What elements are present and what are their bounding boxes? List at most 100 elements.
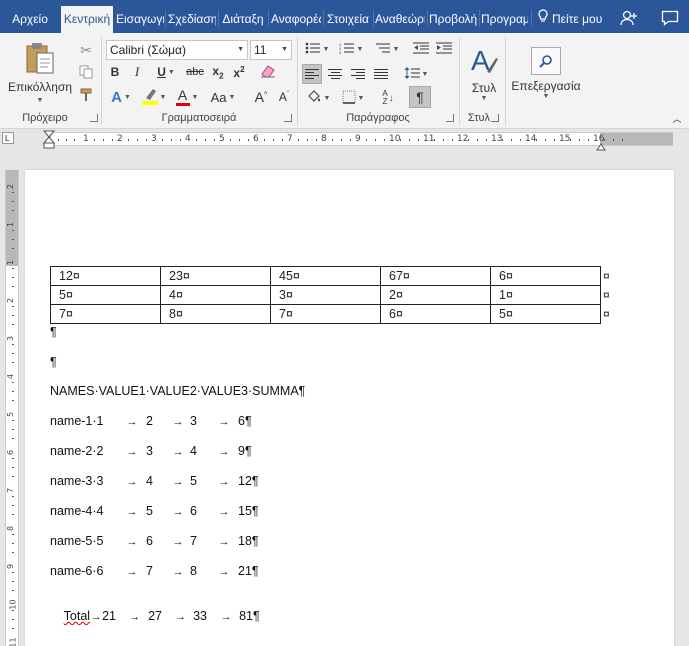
tab-arrow-icon: → [218,566,230,578]
table-cell[interactable]: 6¤ [490,266,601,286]
increase-indent-button[interactable] [434,40,454,58]
tab-design[interactable]: Σχεδίαση [168,6,216,33]
paragraph-launcher-icon[interactable] [446,114,454,122]
numbering-button[interactable]: 1 2 3 ▼ [336,40,366,58]
table-cell[interactable]: 7¤ [50,304,161,324]
shading-button[interactable]: ▼ [302,87,334,109]
tell-me-box[interactable]: Πείτε μου [538,6,602,33]
data-row-paragraph[interactable]: name-2·2 → 3 → 4 → 9¶ [50,444,252,458]
font-name-combo[interactable]: Calibri (Σώμα) ▼ [106,40,248,60]
bold-button[interactable]: B [106,63,124,81]
highlight-button[interactable]: ▼ [139,86,169,108]
format-painter-button[interactable] [77,87,95,105]
superscript-button[interactable]: x2 [230,63,248,81]
cut-button[interactable]: ✂ [77,41,95,59]
tab-file[interactable]: Αρχείο [7,6,53,33]
align-left-button[interactable] [302,64,322,84]
decrease-indent-button[interactable] [411,40,431,58]
share-user-icon[interactable] [620,10,638,30]
indent-marker[interactable] [42,130,56,150]
font-color-button[interactable]: A ▼ [172,86,202,108]
change-case-button[interactable]: Aa ▼ [205,86,241,108]
decrease-indent-icon [413,42,429,57]
comments-icon[interactable] [661,10,679,30]
empty-paragraph[interactable]: ¶ [50,355,57,369]
table-cell[interactable]: 12¤ [50,266,161,286]
data-row-paragraph[interactable]: name-1·1 → 2 → 3 → 6¶ [50,414,252,428]
table-cell[interactable]: 2¤ [380,285,491,305]
align-center-button[interactable] [325,64,345,84]
tab-insert[interactable]: Εισαγωγή [116,6,164,33]
data-row-paragraph[interactable]: name-3·3 → 4 → 5 → 12¶ [50,474,259,488]
row-value: 6 [146,534,153,548]
tab-view[interactable]: Προβολή [429,6,477,33]
total-paragraph[interactable]: Total→21 → 27 → 33 → 81¶ [50,595,260,637]
chevron-down-icon: ▼ [123,93,131,101]
tab-layout[interactable]: Διάταξη [220,6,266,33]
underline-button[interactable]: U ▼ [150,63,182,81]
justify-button[interactable] [371,64,391,84]
tab-selector-icon[interactable]: L [2,132,14,144]
table-cell[interactable]: 5¤ [490,304,601,324]
table-cell[interactable]: 45¤ [270,266,381,286]
table-cell[interactable]: 1¤ [490,285,601,305]
table-cell[interactable]: 7¤ [270,304,381,324]
document-page[interactable]: 12¤ 23¤ 45¤ 67¤ 6¤ 5¤ 4¤ 3¤ 2¤ 1¤ 7¤ 8¤ … [25,170,674,646]
document-table[interactable]: 12¤ 23¤ 45¤ 67¤ 6¤ 5¤ 4¤ 3¤ 2¤ 1¤ 7¤ 8¤ … [50,266,601,324]
strikethrough-icon: abc [186,66,204,78]
text-effects-button[interactable]: A ▼ [106,86,136,108]
data-row-paragraph[interactable]: name-5·5 → 6 → 7 → 18¶ [50,534,259,548]
chevron-down-icon: ▼ [159,93,167,101]
table-cell[interactable]: 4¤ [160,285,271,305]
ruler-number: 1 [6,221,16,228]
subscript-button[interactable]: x2 [209,63,227,81]
table-cell[interactable]: 67¤ [380,266,491,286]
copy-button[interactable] [77,64,95,82]
strikethrough-button[interactable]: abc [184,63,206,81]
grow-font-button[interactable]: A^ [251,86,271,108]
italic-button[interactable]: I [128,63,146,81]
chevron-down-icon: ▼ [281,46,288,53]
empty-paragraph[interactable]: ¶ [50,325,57,339]
sort-button[interactable]: A Z ↓ [376,87,400,109]
vertical-ruler[interactable]: 2 1 1 2 3 4 5 6 7 8 9 10 11 [5,170,19,646]
table-cell[interactable]: 23¤ [160,266,271,286]
tab-developer[interactable]: Προγραμματιστής [481,6,528,33]
horizontal-ruler[interactable]: L 1 2 3 4 5 6 7 8 9 10 11 12 13 14 15 16 [0,130,689,148]
align-right-button[interactable] [348,64,368,84]
styles-button[interactable]: A Στυλ ▼ [463,37,505,109]
table-cell[interactable]: 3¤ [270,285,381,305]
tab-home[interactable]: Κεντρική [61,6,113,33]
header-paragraph[interactable]: NAMES·VALUE1·VALUE2·VALUE3·SUMMA¶ [50,384,305,398]
total-value: 27 [148,609,162,623]
clipboard-launcher-icon[interactable] [90,114,98,122]
line-spacing-button[interactable]: ▼ [400,64,432,84]
row-name: name-6·6 [50,564,104,578]
row-value: 7 [190,534,197,548]
table-cell[interactable]: 5¤ [50,285,161,305]
sort-az-icon: AZ [382,89,388,106]
bullets-button[interactable]: ▼ [302,40,332,58]
tab-review[interactable]: Αναθεώρηση [375,6,425,33]
collapse-ribbon-button[interactable]: ︿ [670,111,684,125]
row-value: 4 [146,474,153,488]
data-row-paragraph[interactable]: name-6·6 → 7 → 8 → 21¶ [50,564,259,578]
table-cell[interactable]: 8¤ [160,304,271,324]
styles-launcher-icon[interactable] [491,114,499,122]
tab-mailings[interactable]: Στοιχεία [325,6,371,33]
data-row-paragraph[interactable]: name-4·4 → 5 → 6 → 15¶ [50,504,259,518]
multilevel-list-button[interactable]: ▼ [370,40,404,58]
paste-button[interactable]: Επικόλληση ▼ [8,37,72,107]
font-launcher-icon[interactable] [284,114,292,122]
table-cell[interactable]: 6¤ [380,304,491,324]
borders-button[interactable]: ▼ [338,87,368,109]
editing-button[interactable]: Επεξεργασία ▼ [510,37,582,109]
ruler-number: 10 [389,134,401,144]
font-size-combo[interactable]: 11 ▼ [250,40,292,60]
tell-me-text: Πείτε μου [552,12,603,26]
show-formatting-marks-button[interactable]: ¶ [409,86,431,108]
shrink-font-button[interactable]: Aˇ [274,86,294,108]
tab-references[interactable]: Αναφορές [271,6,321,33]
clear-formatting-button[interactable] [258,63,278,81]
right-indent-marker[interactable] [596,140,606,154]
